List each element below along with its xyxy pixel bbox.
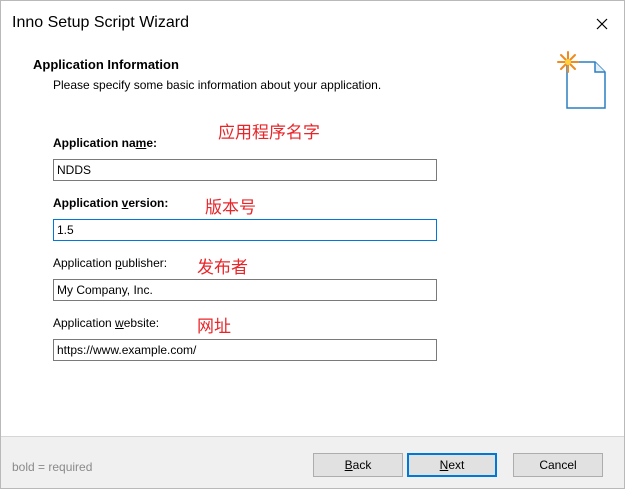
- page-header: Application Information Please specify s…: [1, 47, 624, 123]
- required-legend: bold = required: [12, 460, 93, 474]
- close-icon[interactable]: [592, 14, 612, 34]
- footer: bold = required Back Next Cancel: [1, 437, 624, 488]
- app-version-annotation: 版本号: [205, 198, 256, 218]
- page-title: Application Information: [33, 57, 179, 72]
- app-website-input[interactable]: [53, 339, 437, 361]
- page-description: Please specify some basic information ab…: [53, 78, 382, 92]
- next-button[interactable]: Next: [407, 453, 497, 477]
- window-title: Inno Setup Script Wizard: [12, 14, 189, 31]
- app-name-annotation: 应用程序名字: [218, 123, 320, 143]
- new-document-icon: [553, 50, 609, 112]
- app-publisher-label: Application publisher:: [53, 256, 168, 270]
- cancel-button[interactable]: Cancel: [513, 453, 603, 477]
- app-version-input[interactable]: [53, 219, 437, 241]
- back-button[interactable]: Back: [313, 453, 403, 477]
- app-name-label: Application name:: [53, 136, 158, 150]
- app-website-label: Application website:: [53, 316, 160, 330]
- app-website-annotation: 网址: [197, 317, 231, 337]
- title-bar: Inno Setup Script Wizard: [1, 1, 624, 47]
- wizard-window: Inno Setup Script Wizard Application Inf…: [0, 0, 625, 489]
- app-publisher-annotation: 发布者: [197, 258, 248, 278]
- app-publisher-input[interactable]: [53, 279, 437, 301]
- app-version-label: Application version:: [53, 196, 169, 210]
- app-name-input[interactable]: [53, 159, 437, 181]
